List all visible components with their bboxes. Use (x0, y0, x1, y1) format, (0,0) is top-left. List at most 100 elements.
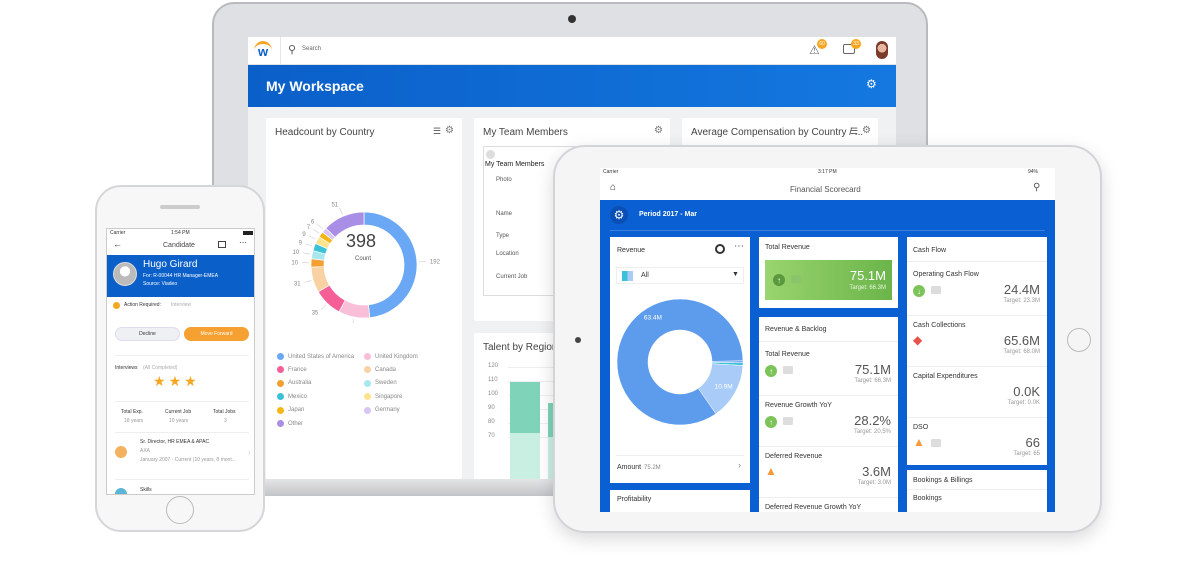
tablet-camera (575, 337, 581, 343)
data-label: 63.4M (644, 315, 662, 322)
metric-target: Target: 0.0K (1007, 400, 1040, 406)
metric-target: Target: 65 (1013, 451, 1040, 457)
legend-swatch (364, 406, 371, 414)
stat-value: 18 years (124, 418, 144, 424)
card-title: Revenue & Backlog (765, 326, 827, 333)
comment-icon[interactable] (791, 275, 801, 283)
field-current-job: Current Job (496, 274, 528, 280)
legend-item[interactable]: Sweden (364, 379, 397, 387)
amount-value: 75.2M (644, 465, 661, 471)
phone-home-button[interactable] (166, 496, 194, 524)
source: Source: Viadeo (143, 281, 178, 287)
data-label: 9 (299, 241, 303, 247)
leader-line (309, 235, 316, 240)
legend-label: Canada (375, 366, 397, 373)
settings-button[interactable]: ⚙ (610, 206, 628, 224)
legend-item[interactable]: Canada (364, 366, 397, 374)
legend-swatch (277, 393, 284, 401)
metric-value: 24.4M (1003, 282, 1040, 297)
carrier: Carrier (110, 230, 126, 236)
legend-item[interactable]: Germany (364, 406, 400, 414)
cash-flow-card: Cash Flow Operating Cash Flow ↓ 24.4M Targ… (907, 237, 1047, 465)
legend-item[interactable]: United States of America (277, 353, 354, 360)
comment-icon[interactable] (931, 286, 941, 294)
amount-label: Amount (617, 464, 642, 471)
gear-icon[interactable]: ⚙ (654, 125, 663, 136)
legend-item[interactable]: United Kingdom (364, 353, 418, 360)
top-bar: w ⚲ Search ⚠ 60 33 (248, 37, 896, 65)
legend-label: United States of America (288, 353, 355, 360)
action-value: Interview (171, 302, 192, 308)
data-label: 7 (307, 225, 311, 231)
legend-item[interactable]: Japan (277, 406, 304, 414)
comment-icon[interactable] (931, 439, 941, 447)
metric-label: Deferred Revenue Growth YoY (765, 504, 862, 511)
gear-icon[interactable]: ⚙ (866, 77, 877, 91)
metric-label: DSO (913, 424, 929, 431)
more-icon[interactable]: ⋯ (734, 241, 744, 252)
legend-item[interactable]: Mexico (277, 393, 307, 401)
star-icon: ★ (168, 373, 185, 389)
metric-label: Operating Cash Flow (913, 271, 979, 278)
workday-logo[interactable]: w (254, 41, 272, 61)
metric-value: 75.1M (854, 362, 891, 377)
skills-label: Skills (140, 487, 152, 493)
notifications-badge: 60 (817, 39, 827, 49)
legend-item[interactable]: Australia (277, 379, 311, 387)
gear-icon[interactable]: ⚙ (445, 125, 454, 136)
comment-icon[interactable] (783, 417, 793, 425)
search-input[interactable]: Search (302, 46, 321, 52)
filter-icon[interactable]: ☰ (850, 126, 858, 137)
avatar[interactable] (876, 41, 888, 59)
chevron-right-icon[interactable]: › (738, 460, 741, 470)
legend-label: Other (288, 420, 304, 427)
revenue-filter-dropdown[interactable]: All ▼ (616, 267, 744, 284)
avatar (113, 262, 137, 286)
stat-label: Total Exp. (121, 409, 143, 415)
comment-icon[interactable] (783, 366, 793, 374)
more-icon[interactable]: ⋯ (239, 238, 247, 247)
decline-button[interactable]: Decline (115, 327, 180, 341)
metric-target: Target: 20.5% (853, 429, 891, 435)
data-label: 35 (312, 311, 319, 317)
chevron-right-icon[interactable]: › (248, 448, 251, 457)
legend-swatch (277, 406, 284, 414)
total-revenue-tile[interactable]: ↑ 75.1M Target: 66.3M (765, 260, 892, 300)
message-icon[interactable] (218, 241, 226, 248)
leader-line (352, 318, 354, 323)
revenue-card: Revenue ⋯ All ▼ 10.9M 63.4M Amount 75.2M … (610, 237, 750, 483)
tablet-home-button[interactable] (1067, 328, 1091, 352)
data-label: 9 (302, 232, 306, 238)
arrow-up-icon: ↑ (765, 416, 777, 428)
leader-line (304, 280, 312, 283)
bar-segment[interactable] (510, 432, 540, 479)
card-title: Headcount by Country (275, 127, 375, 138)
back-arrow-icon[interactable]: ← (113, 239, 122, 249)
filter-icon[interactable]: ☰ (433, 126, 441, 137)
collapse-icon[interactable] (486, 150, 495, 159)
metric-target: Target: 66.3M (854, 378, 891, 384)
workspace-header: My Workspace ⚙ (248, 65, 896, 107)
headcount-card: Headcount by Country ☰ ⚙ 192383531101099… (266, 118, 462, 479)
donut-slice[interactable] (363, 211, 418, 319)
metric-label: Capital Expenditures (913, 373, 978, 380)
battery-icon (243, 231, 253, 235)
metric-value: 0.0K (1013, 384, 1040, 399)
job-company: AXA (140, 448, 151, 454)
legend-item[interactable]: Singapore (364, 393, 402, 401)
donut-total: 398 (346, 231, 377, 251)
search-icon[interactable]: ⚲ (1033, 182, 1040, 193)
home-icon[interactable]: ⌂ (610, 182, 616, 193)
y-tick-label: 80 (488, 419, 495, 425)
gear-icon[interactable]: ⚙ (862, 125, 871, 136)
chart-icon (622, 271, 633, 281)
revenue-donut-chart: 10.9M 63.4M (616, 298, 744, 426)
legend-item[interactable]: Other (277, 420, 303, 427)
refresh-icon[interactable] (715, 244, 725, 254)
legend-swatch (277, 353, 284, 360)
move-forward-button[interactable]: Move Forward (184, 327, 249, 341)
legend-item[interactable]: France (277, 366, 307, 374)
camera (568, 15, 576, 23)
card-title: Total Revenue (765, 244, 810, 251)
arrow-up-icon: ↑ (773, 274, 785, 286)
